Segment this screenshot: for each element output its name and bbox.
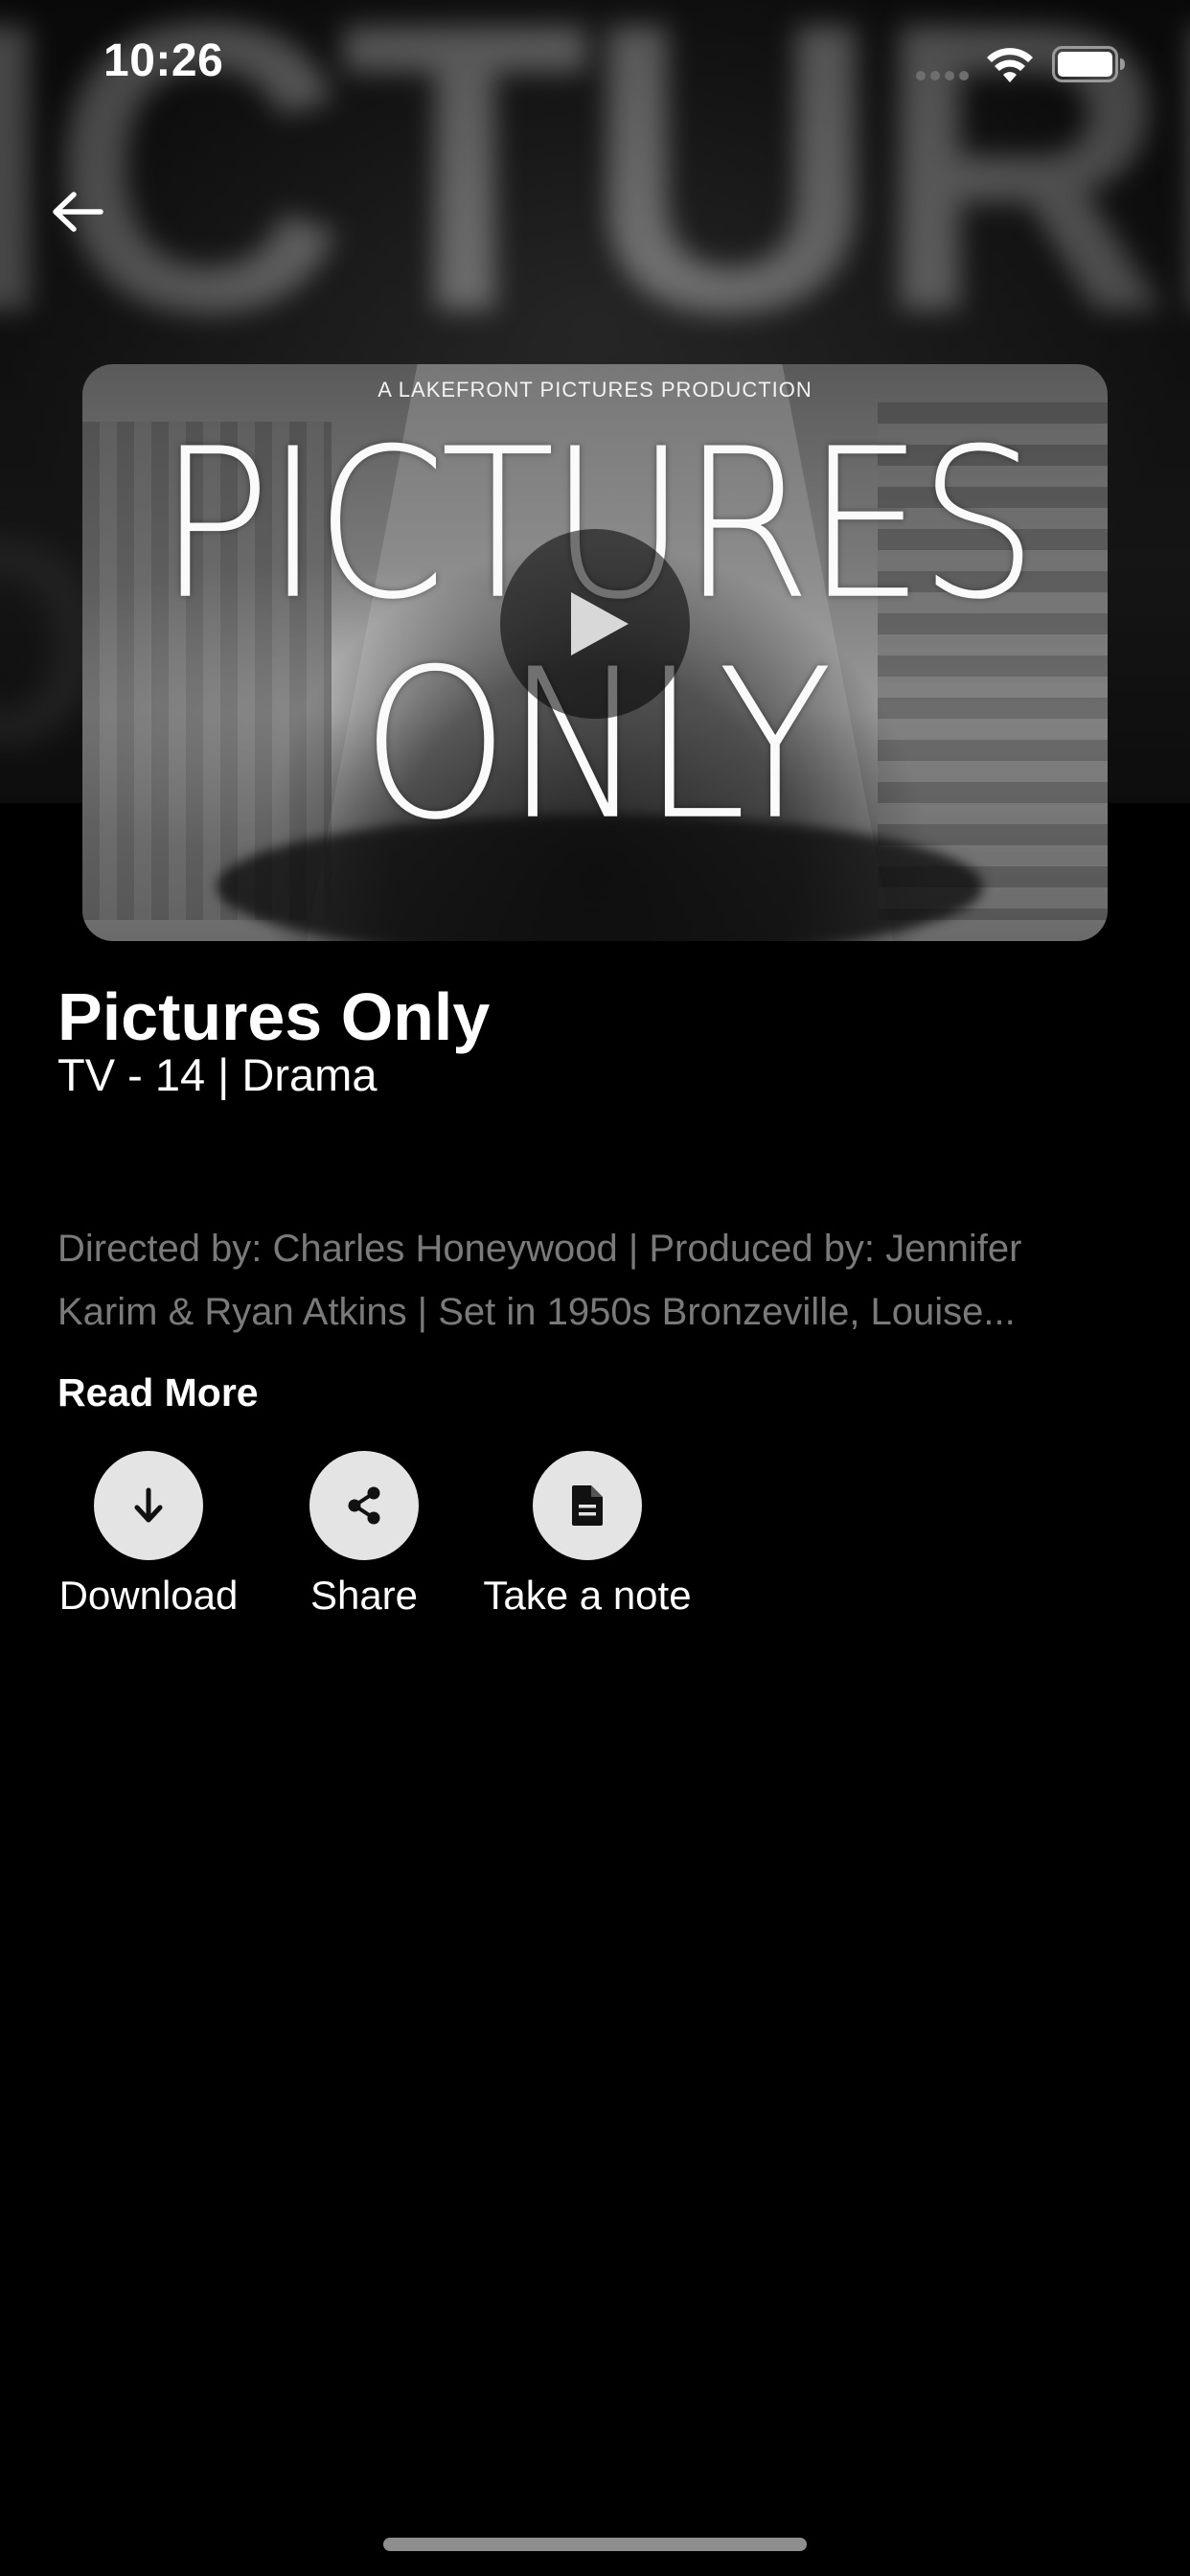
show-rating-genre: TV - 14 | Drama <box>57 1049 378 1100</box>
take-note-button[interactable]: Take a note <box>479 1451 696 1620</box>
back-button[interactable] <box>38 172 117 251</box>
show-title: Pictures Only <box>57 979 491 1054</box>
arrow-down-icon <box>134 1487 163 1523</box>
share-circle[interactable] <box>309 1451 419 1560</box>
video-poster[interactable]: A LAKEFRONT PICTURES PRODUCTION PICTURES… <box>82 364 1108 941</box>
wifi-icon <box>987 48 1033 82</box>
cellular-signal-icon <box>916 71 969 80</box>
description-line-2: Karim & Ryan Atkins | Set in 1950s Bronz… <box>57 1291 1016 1333</box>
play-icon <box>571 592 629 656</box>
take-note-label: Take a note <box>483 1573 692 1618</box>
poster-credit-line: A LAKEFRONT PICTURES PRODUCTION <box>378 378 812 402</box>
status-time: 10:26 <box>103 35 224 86</box>
battery-icon <box>1052 46 1125 82</box>
status-bar: 10:26 <box>0 0 1190 126</box>
share-label: Share <box>309 1573 419 1618</box>
play-button[interactable] <box>500 529 690 719</box>
share-icon <box>348 1486 380 1525</box>
show-description: Directed by: Charles Honeywood | Produce… <box>57 1217 1140 1344</box>
document-icon <box>572 1485 603 1526</box>
home-indicator[interactable] <box>383 2538 807 2551</box>
arrow-left-icon <box>53 192 103 232</box>
take-note-circle[interactable] <box>533 1451 642 1560</box>
share-button[interactable]: Share <box>307 1451 422 1620</box>
download-button[interactable]: Download <box>56 1451 241 1620</box>
download-circle[interactable] <box>94 1451 203 1560</box>
download-label: Download <box>58 1573 239 1618</box>
description-line-1: Directed by: Charles Honeywood | Produce… <box>57 1228 1022 1270</box>
read-more-link[interactable]: Read More <box>57 1370 259 1415</box>
